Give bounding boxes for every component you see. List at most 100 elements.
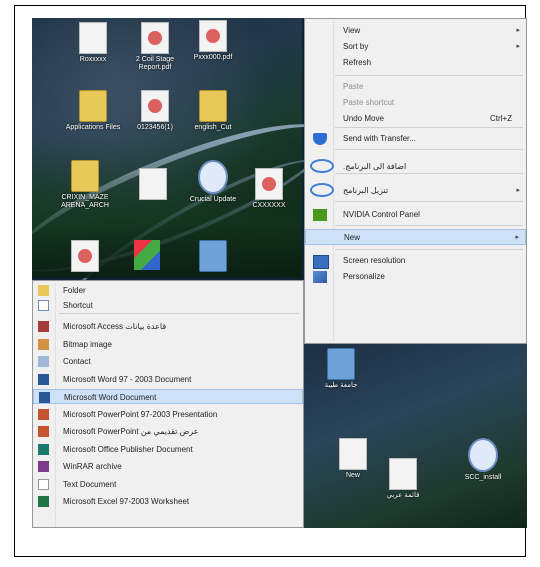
submenu-arrow-icon: ▸ [516,27,520,34]
new-submenu-item-9[interactable]: Microsoft Office Publisher Document [33,442,303,457]
desktop-icon-label: SCC_install [464,474,502,481]
menu-separator [335,225,523,226]
setup-icon[interactable]: SCC_install [452,438,514,482]
nv-icon [313,209,327,221]
doc-icon [141,22,169,54]
new-submenu-item-7[interactable]: Microsoft PowerPoint 97-2003 Presentatio… [33,407,303,422]
context-menu-item-0[interactable]: View ▸ [305,23,526,39]
menu-item-label: Paste shortcut [343,98,395,107]
menu-item-label: Send with Transfer... [343,134,416,143]
menu-separator [59,313,299,314]
menu-item-label: Microsoft Word 97 - 2003 Document [63,374,192,384]
file-icon-13[interactable] [182,240,244,274]
screenshot: Roxxxxx 2 Coil Stage Report.pdf Pxxx000.pd… [32,18,527,528]
desktop-icon-label: 0123456(1) [137,124,173,131]
desktop-icon-label: CRIXIN_MAZE ARENA_ARCH [61,194,109,209]
menu-separator [335,75,523,76]
menu-item-label: Sort by [343,42,369,51]
folder-icon [199,90,227,122]
file-icon-9[interactable]: Crucial Update [182,160,244,204]
ppt-icon [38,426,49,437]
context-menu-item-8[interactable]: تنزيل البرنامج ▸ [305,181,526,201]
shortcut-icon[interactable]: جامعة طيبة [310,348,372,390]
desktop-icon-label: Applications Files [65,124,121,131]
menu-item-label: New [344,233,361,242]
menu-separator [335,149,523,150]
menu-item-label: Undo Move [343,114,384,123]
file-icon-12[interactable] [116,240,178,272]
submenu-arrow-icon: ▸ [516,187,520,194]
context-menu-item-5[interactable]: Undo Move Ctrl+Z [305,111,526,127]
file-icon-7[interactable]: CRIXIN_MAZE ARENA_ARCH [54,160,116,210]
file-icon-10[interactable]: CXXXXXX [238,168,300,210]
contact-icon [38,356,49,367]
new-submenu-item-5[interactable]: Microsoft Word 97 - 2003 Document [33,372,303,387]
context-menu-item-1[interactable]: Sort by ▸ [305,39,526,55]
multi-icon [134,240,160,270]
context-menu-item-3[interactable]: Paste [305,79,526,95]
context-menu-item-2[interactable]: Refresh [305,55,526,71]
menu-item-label: NVIDIA Control Panel [343,210,420,219]
desktop-icon-label: Roxxxxx [79,56,107,63]
setup-icon [198,160,228,194]
doc-icon [389,458,417,490]
submenu-arrow-icon: ▸ [515,234,519,241]
ie-icon [310,159,334,173]
desktop-icon-label: قائمة عربي [386,492,420,499]
submenu-arrow-icon: ▸ [516,43,520,50]
file-icon-1[interactable]: Roxxxxx [62,22,124,64]
folder-icon [199,240,227,272]
pub-icon [38,443,49,455]
new-submenu-item-3[interactable]: Bitmap image [33,337,303,352]
file-icon-4[interactable]: Applications Files [62,90,124,132]
short-icon [38,300,49,311]
shield-icon [313,133,327,145]
menu-item-label: Text Document [63,479,117,489]
context-menu-item-12[interactable]: Personalize [305,269,526,285]
new-submenu-item-0[interactable]: Folder [33,283,303,298]
new-submenu: Folder Shortcut Microsoft Access قاعدة بيا… [32,280,304,528]
file-icon-11[interactable] [54,240,116,274]
context-menu-item-10[interactable]: New ▸ [305,229,526,245]
menu-item-label: Microsoft Excel 97-2003 Worksheet [63,497,190,506]
pers-icon [313,271,327,283]
menu-item-label: Microsoft Word Document [64,393,157,402]
desktop-icon-label: جامعة طيبة [324,382,358,389]
context-menu-item-4[interactable]: Paste shortcut [305,95,526,111]
file-icon-3[interactable]: Pxxx000.pdf [182,20,244,62]
new-submenu-item-8[interactable]: Microsoft PowerPoint عرض تقديمي من [33,424,303,439]
file-icon-8[interactable] [122,168,184,202]
folder-icon [327,348,355,380]
file-icon-6[interactable]: english_Cut [182,90,244,132]
menu-shortcut: Ctrl+Z [490,114,512,123]
menu-item-label: View [343,26,361,35]
menu-item-label: WinRAR archive [63,462,122,471]
file-icon-2[interactable]: 2 Coil Stage Report.pdf [124,22,186,72]
new-submenu-item-12[interactable]: Microsoft Excel 97-2003 Worksheet [33,494,303,509]
doc-icon [255,168,283,200]
archive-icon[interactable]: قائمة عربي [372,458,434,500]
context-menu-item-11[interactable]: Screen resolution [305,253,526,269]
doc-icon [339,438,367,470]
new-submenu-item-1[interactable]: Shortcut [33,298,303,313]
ppt-icon [38,408,49,420]
menu-item-label: Bitmap image [63,339,112,349]
new-submenu-item-2[interactable]: Microsoft Access قاعدة بيانات [33,319,303,334]
menu-item-label: Microsoft Access قاعدة بيانات [63,322,167,331]
folder-icon [38,285,49,296]
new-submenu-item-4[interactable]: Contact [33,354,303,369]
doc-icon [71,240,99,272]
file-icon-5[interactable]: 0123456(1) [124,90,186,132]
new-submenu-item-10[interactable]: WinRAR archive [33,459,303,474]
context-menu-item-9[interactable]: NVIDIA Control Panel [305,207,526,223]
xls-icon [38,496,49,507]
new-submenu-item-11[interactable]: Text Document [33,477,303,492]
menu-item-label: Microsoft PowerPoint عرض تقديمي من [63,427,199,436]
new-submenu-item-6[interactable]: Microsoft Word Document [33,389,303,404]
doc-icon [199,20,227,52]
context-menu-item-7[interactable]: .اضافة الى البرنامج [305,157,526,177]
context-menu-item-6[interactable]: Send with Transfer... [305,131,526,147]
folder-icon [71,160,99,192]
desktop-icon-label: Crucial Update [189,196,237,203]
menu-item-label: تنزيل البرنامج [343,186,389,195]
